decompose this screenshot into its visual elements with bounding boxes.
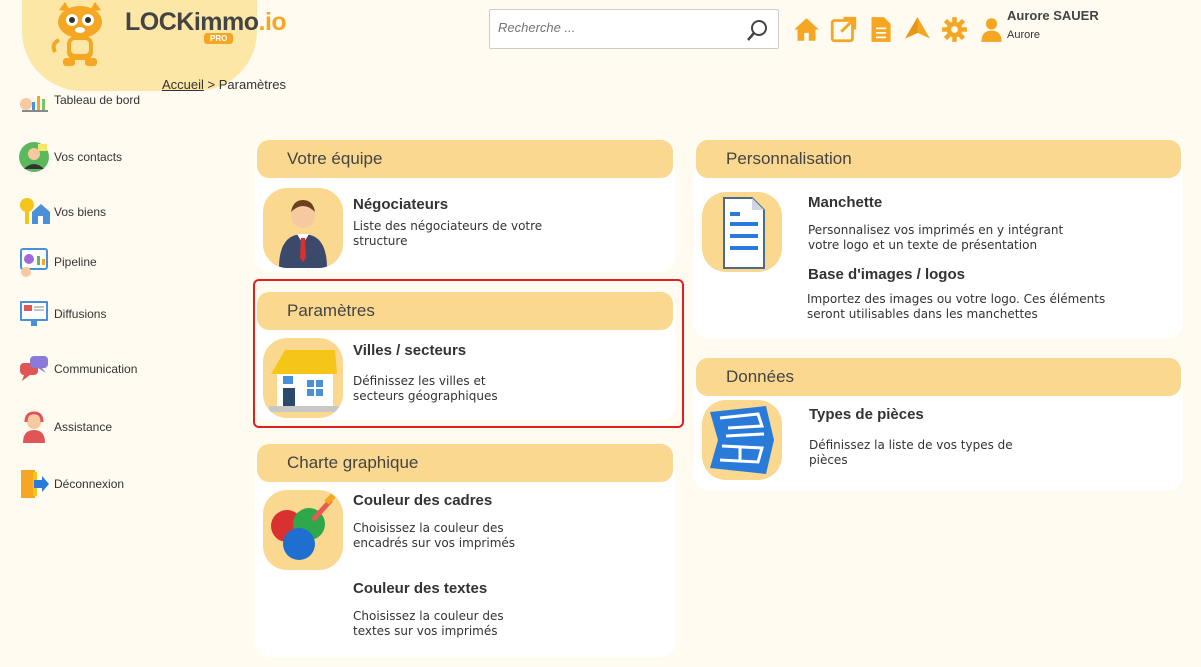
card-charte-title: Charte graphique [257,444,673,482]
color-palette-icon [263,490,343,570]
breadcrumb-current: Paramètres [218,77,286,92]
cat-mascot-icon [51,2,102,66]
item-negociateurs-desc: Liste des négociateurs de votre structur… [353,219,543,248]
card-donnees-title: Données [696,358,1181,396]
item-couleur-textes[interactable]: Couleur des textes Choisissez la couleur… [263,578,663,642]
card-charte: Charte graphique Couleur des cadres Choi… [255,444,675,657]
document-template-icon [702,192,782,272]
home-icon[interactable] [793,16,820,43]
item-base-images-title: Base d'images / logos [808,266,965,283]
gear-icon[interactable] [941,16,968,43]
pipeline-icon [20,248,48,277]
support-icon [23,411,45,443]
card-equipe: Votre équipe Négociateurs Liste des négo… [255,140,675,272]
floor-plan-icon [702,400,782,480]
search-box [489,9,779,49]
card-parametres-title: Paramètres [257,292,673,330]
diffusion-icon [20,301,48,326]
sidebar-item-assistance[interactable]: Assistance [18,411,158,443]
card-parametres: Paramètres Villes / secteurs Définissez … [255,292,675,420]
sidebar-item-pipeline[interactable]: Pipeline [18,246,158,278]
sidebar-item-properties[interactable]: Vos biens [18,196,158,228]
user-icon[interactable] [978,16,1005,43]
item-couleur-cadres-desc: Choisissez la couleur des encadrés sur v… [353,521,516,550]
negotiator-icon [263,188,343,268]
card-personnalisation-title: Personnalisation [696,140,1181,178]
external-link-icon[interactable] [830,16,857,43]
item-types-pieces[interactable]: Types de pièces Définissez la liste de v… [702,400,1162,482]
item-types-pieces-desc: Définissez la liste de vos types de pièc… [809,438,1013,467]
send-icon[interactable] [904,16,931,43]
item-couleur-cadres[interactable]: Couleur des cadres Choisissez la couleur… [263,490,663,572]
item-couleur-cadres-title: Couleur des cadres [353,492,493,509]
chat-icon [20,356,48,381]
item-villes-secteurs[interactable]: Villes / secteurs Définissez les villes … [263,338,663,420]
contacts-icon [19,142,49,172]
item-villes-secteurs-desc: Définissez les villes et secteurs géogra… [353,374,498,403]
user-subtitle: Aurore [1007,29,1041,41]
item-villes-secteurs-title: Villes / secteurs [353,342,467,359]
item-base-images-desc: Importez des images ou votre logo. Ces é… [807,292,1106,321]
item-negociateurs-title: Négociateurs [353,196,449,213]
item-couleur-textes-desc: Choisissez la couleur des textes sur vos… [353,609,504,638]
item-negociateurs[interactable]: Négociateurs Liste des négociateurs de v… [263,188,663,270]
topbar-icons [793,16,1005,43]
sidebar-item-logout[interactable]: Déconnexion [18,468,158,500]
sidebar-item-diffusions[interactable]: Diffusions [18,298,158,330]
pro-badge: PRO [204,33,234,44]
sidebar-item-contacts[interactable]: Vos contacts [18,141,158,173]
logout-icon [21,470,49,498]
sidebar-item-dashboard[interactable]: Tableau de bord [18,84,158,116]
item-manchette-title: Manchette [808,194,883,211]
breadcrumb-separator: > [207,77,216,92]
dashboard-icon [20,96,48,112]
search-icon[interactable] [746,18,770,42]
user-name: Aurore SAUER [1007,8,1099,23]
breadcrumb: Accueil > Paramètres [162,77,286,92]
card-equipe-title: Votre équipe [257,140,673,178]
properties-icon [20,198,50,224]
item-base-images[interactable]: Base d'images / logos Importez des image… [702,266,1162,326]
document-icon[interactable] [867,16,894,43]
sidebar-item-communication[interactable]: Communication [18,353,158,385]
item-manchette-desc: Personnalisez vos imprimés en y intégran… [808,223,1064,252]
card-donnees: Données Types de pièces Définissez la li… [694,358,1183,490]
card-personnalisation: Personnalisation Manchette Personnalisez… [694,140,1183,338]
item-couleur-textes-title: Couleur des textes [353,580,488,597]
user-info[interactable]: Aurore SAUER Aurore [1007,8,1099,41]
house-icon [263,338,343,418]
item-manchette[interactable]: Manchette Personnalisez vos imprimés en … [702,192,1162,272]
breadcrumb-home-link[interactable]: Accueil [162,77,204,92]
search-input[interactable] [498,20,738,35]
item-types-pieces-title: Types de pièces [809,406,924,423]
